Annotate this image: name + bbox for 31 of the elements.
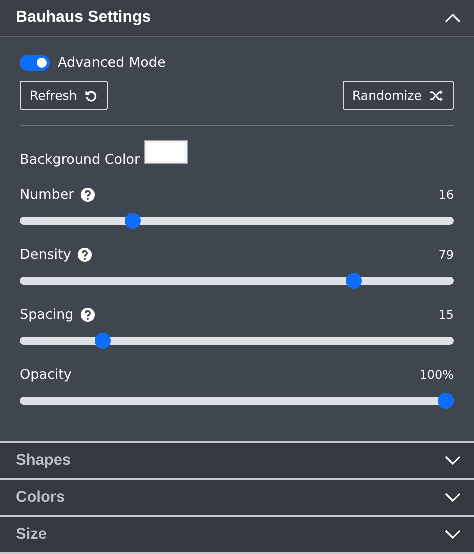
slider-value: 16 (438, 188, 454, 202)
slider-label: Opacity (20, 367, 72, 383)
toggle-switch[interactable] (20, 55, 50, 71)
slider-value: 100% (420, 368, 454, 382)
field-label: Background Color (20, 152, 140, 168)
toggle-label: Advanced Mode (58, 55, 166, 71)
panel-header[interactable]: Bauhaus Settings (0, 0, 474, 37)
help-icon[interactable] (80, 308, 95, 322)
slider-thumb[interactable] (346, 273, 362, 289)
slider-value: 79 (438, 248, 454, 262)
randomize-button[interactable]: Randomize (342, 81, 454, 110)
section-title: Size (16, 526, 48, 544)
slider-label: Density (20, 247, 72, 263)
slider-thumb[interactable] (95, 333, 112, 349)
help-icon[interactable] (81, 188, 96, 202)
slider-label: Number (20, 187, 74, 203)
section-title: Colors (16, 488, 66, 506)
section-title: Shapes (16, 452, 72, 470)
slider-label: Spacing (20, 307, 74, 323)
shuffle-icon (429, 88, 444, 102)
section-header[interactable]: Size (0, 517, 474, 552)
refresh-button[interactable]: Refresh (20, 81, 108, 110)
section-header[interactable]: Shapes (0, 443, 474, 478)
refresh-icon (84, 88, 98, 102)
slider-thumb[interactable] (438, 393, 454, 409)
color-swatch[interactable] (144, 140, 188, 164)
section-header[interactable]: Colors (0, 480, 474, 515)
slider-value: 15 (438, 308, 454, 322)
slider-thumb[interactable] (124, 213, 140, 229)
panel-title: Bauhaus Settings (16, 9, 152, 27)
help-icon[interactable] (78, 248, 92, 262)
